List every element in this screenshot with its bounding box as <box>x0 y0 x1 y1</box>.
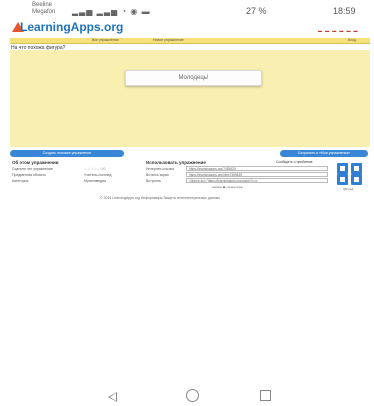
embed-label: Встроить <box>146 179 161 183</box>
qr-caption: QR-код <box>343 187 354 191</box>
battery-percent: 27 % <box>246 6 267 16</box>
subject-value: Учитель-логопед <box>84 173 112 177</box>
qr-code-icon[interactable] <box>351 163 362 174</box>
rating-label: Оцените это упражнение <box>12 167 53 171</box>
toolbar-all-exercises[interactable]: Все упражнения <box>92 38 119 43</box>
about-title: Об этом упражнении <box>12 160 59 165</box>
recent-apps-icon[interactable] <box>260 390 271 401</box>
category-value: Мультимедиа <box>84 179 106 183</box>
toolbar: Все упражнения Новое упражнение Вход <box>10 38 370 44</box>
category-label: Категория <box>12 179 29 183</box>
site-logo[interactable]: LearningApps.org <box>20 20 123 34</box>
back-nav-icon-inner <box>110 393 116 401</box>
create-similar-button[interactable]: Создать похожее упражнение <box>10 150 124 157</box>
toolbar-new-exercise[interactable]: Новое упражнение <box>153 38 184 43</box>
embed-options[interactable]: полное ◉ только игра <box>212 185 242 189</box>
link-label: Интернет-ссылка <box>146 167 175 171</box>
rating-stars[interactable]: ☆☆☆☆☆ 0/0 <box>84 167 106 171</box>
footer-links[interactable]: © 2024 LearningApps.org Информация Защит… <box>100 196 220 200</box>
language-flags-icon[interactable]: ▬ ▬ ▬ ▬ ▬ ▬ <box>318 28 359 33</box>
carrier-1: Beeline <box>32 2 53 8</box>
answer-card[interactable]: Молодець! <box>125 70 262 86</box>
report-problem-link[interactable]: Сообщить о проблеме <box>276 160 313 164</box>
carrier-labels: Beeline Megafon <box>32 2 72 16</box>
save-to-my-apps-button[interactable]: Сохранить в «Мои упражнения» <box>280 150 368 157</box>
embed-field[interactable]: <iframe src="https://learningapps.org/wa… <box>186 178 328 183</box>
qr-code-icon[interactable] <box>337 163 348 174</box>
clock: 18:59 <box>333 6 356 16</box>
qr-code-icon[interactable] <box>337 174 348 185</box>
qr-code-icon[interactable] <box>351 174 362 185</box>
home-nav-icon[interactable] <box>186 389 199 402</box>
carrier-2: Megafon <box>32 9 56 15</box>
fullscreen-label: Во весь экран <box>146 173 169 177</box>
link-field[interactable]: https://learningapps.org/7459639 <box>186 166 328 171</box>
fullscreen-field[interactable]: https://learningapps.org/view7459639 <box>186 172 328 177</box>
answer-text: Молодець! <box>178 75 209 81</box>
exercise-panel <box>10 50 370 147</box>
signal-icon: ▂▃▅ ▂▃▅ ◔ ◉ ▬ <box>72 7 151 16</box>
use-title: Использовать упражнение <box>146 160 206 165</box>
subject-label: Предметная область <box>12 173 46 177</box>
toolbar-login[interactable]: Вход <box>348 38 356 43</box>
